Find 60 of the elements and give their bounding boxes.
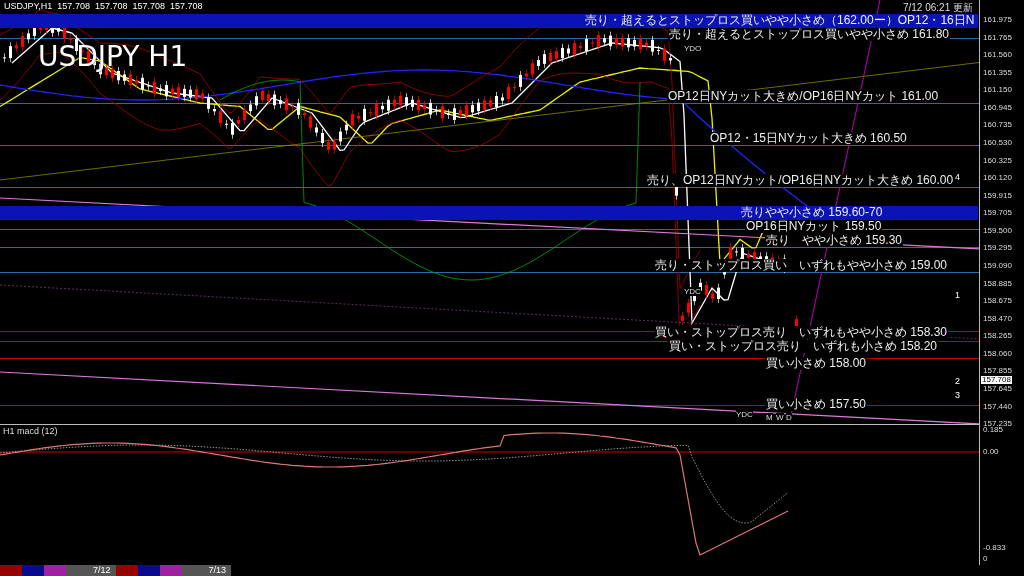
price-tick: 160.120 [983, 173, 1012, 183]
marker-tag: YDC [684, 287, 701, 296]
price-tick: 160.325 [983, 155, 1012, 165]
level-label: OP16日NYカット 159.50 [745, 220, 883, 233]
level-label: 売り・超えるとストップロス買いやや小さめ（162.00ー）OP12・16日N [584, 14, 976, 27]
price-tick: 161.975 [983, 15, 1012, 24]
wave-label: 4 [955, 172, 960, 182]
wave-label: 3 [955, 390, 960, 400]
level-label: 売り・ストップロス買い いずれもやや小さめ 159.00 [654, 259, 949, 272]
wave-label: 1 [955, 290, 960, 300]
marker-tag: YDC [736, 410, 753, 419]
macd-tick: 0.00 [983, 447, 999, 456]
level-label: 売りやや小さめ 159.60-70 [740, 206, 884, 219]
price-tick: 161.150 [983, 85, 1012, 95]
price-value: 157.708 [132, 1, 165, 11]
level-label: 買い・ストップロス売り いずれも小さめ 158.20 [668, 340, 939, 353]
price-tick: 157.855 [983, 366, 1012, 376]
date-label: 7/12 [88, 565, 116, 576]
price-tick: 159.295 [983, 243, 1012, 253]
price-tick: 157.440 [983, 401, 1012, 411]
price-tick: 158.060 [983, 348, 1012, 358]
price-tick: 161.765 [983, 32, 1012, 42]
price-tick: 158.265 [983, 331, 1012, 341]
level-label: OP12日NYカット大きめ/OP16日NYカット 161.00 [667, 90, 940, 103]
update-time: 7/12 06:21 更新 [902, 1, 973, 14]
price-tick: 158.675 [983, 296, 1012, 306]
macd-tick: -0.833 [983, 543, 1006, 552]
price-value: 157.708 [57, 1, 90, 11]
level-label: 買い小さめ 157.50 [765, 398, 868, 411]
price-tick: 160.530 [983, 138, 1012, 147]
price-tick: 157.645 [983, 383, 1012, 393]
level-label: 買い小さめ 158.00 [765, 357, 868, 370]
marker-tag: D [786, 413, 792, 422]
price-value: 157.708 [94, 1, 128, 11]
current-price: 157.708 [981, 375, 1012, 384]
macd-tick: 0 [983, 554, 988, 563]
price-tick: 158.885 [983, 278, 1012, 288]
price-value: 157.708 [170, 1, 203, 11]
price-tick: 159.705 [983, 208, 1012, 218]
wave-label: 2 [955, 376, 960, 386]
price-tick: 159.915 [983, 190, 1012, 200]
macd-tick: 0.185 [983, 425, 1004, 434]
marker-tag: YDO [684, 44, 702, 53]
price-tick: 160.735 [983, 120, 1012, 130]
date-label: 7/13 [203, 565, 232, 576]
level-label: 売り・超えるとストップロス買いやや小さめ 161.80 [668, 28, 951, 41]
level-label: 買い・ストップロス売り いずれもやや小さめ 158.30 [654, 326, 949, 339]
level-label: 売り やや小さめ 159.30 [765, 234, 904, 247]
level-label: OP12・15日NYカット大きめ 160.50 [709, 132, 908, 145]
price-tick: 158.470 [983, 313, 1012, 323]
indicator-label: H1 macd (12) [3, 426, 58, 436]
marker-tag: M [766, 413, 773, 422]
symbol-label: USDJPY,H1 [4, 1, 53, 11]
price-tick: 161.355 [983, 67, 1012, 77]
marker-tag: W [776, 413, 784, 422]
price-tick: 160.945 [983, 102, 1012, 112]
price-tick: 159.090 [983, 260, 1012, 270]
price-tick: 161.560 [983, 50, 1012, 60]
price-tick: 159.500 [983, 225, 1012, 235]
level-label: 売り、OP12日NYカット/OP16日NYカット大きめ 160.00 [646, 174, 955, 187]
